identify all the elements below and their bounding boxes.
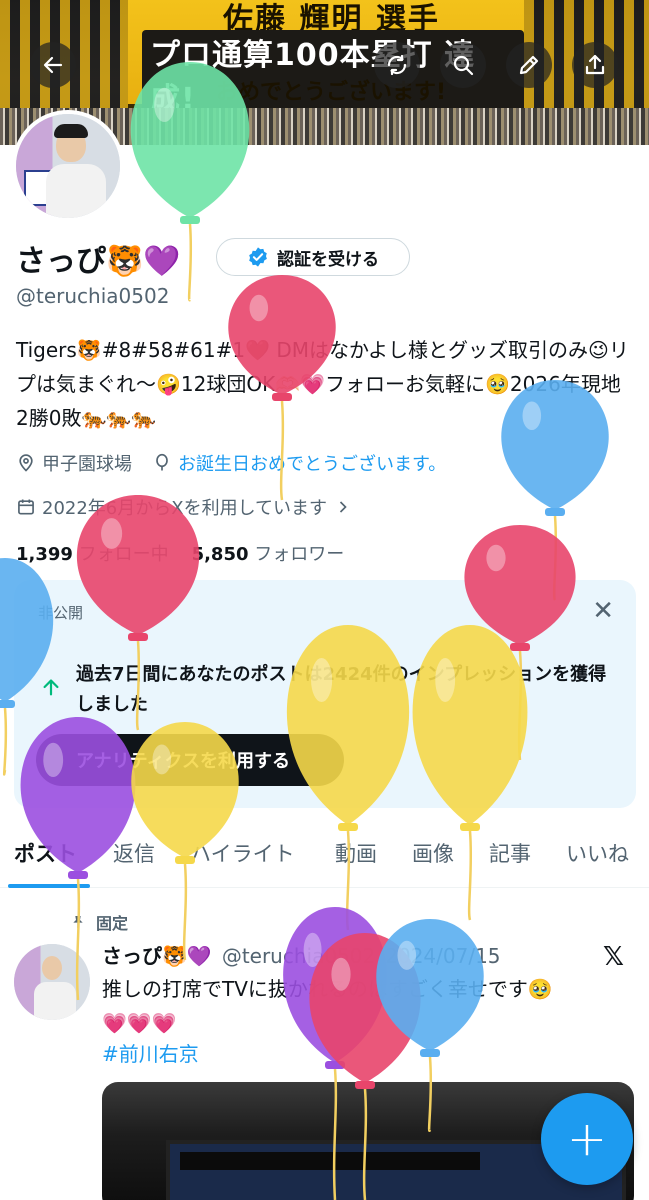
post-avatar[interactable] bbox=[14, 944, 90, 1020]
following-label: フォロー中 bbox=[78, 544, 169, 565]
edit-button[interactable] bbox=[506, 42, 552, 88]
profile-location: 甲子園球場 bbox=[42, 454, 132, 475]
profile-handle: @teruchia0502 bbox=[16, 284, 170, 308]
post-body: 推しの打席でTVに抜かれるのはすごく幸せです🥹 bbox=[102, 977, 553, 1001]
tab-replies[interactable]: 返信 bbox=[113, 838, 155, 868]
pinned-label: 固定 bbox=[96, 914, 129, 933]
profile-name-row: さっぴ🐯💜 bbox=[16, 236, 181, 280]
edit-icon bbox=[519, 55, 539, 75]
pin-icon bbox=[73, 916, 83, 928]
analytics-card: 非公開 ✕ 過去7日間にあなたのポストは2424件のインプレッションを獲得しまし… bbox=[14, 580, 636, 808]
tab-highlights[interactable]: ハイライト bbox=[190, 838, 295, 868]
birthday-link[interactable]: お誕生日おめでとうございます。 bbox=[178, 450, 446, 476]
chevron-right-icon bbox=[339, 501, 347, 513]
followers-link[interactable]: 5,850 フォロワー bbox=[192, 544, 345, 565]
tab-images[interactable]: 画像 bbox=[412, 838, 454, 868]
compose-post-button[interactable]: + bbox=[541, 1093, 633, 1185]
following-count: 1,399 bbox=[16, 544, 73, 565]
followers-count: 5,850 bbox=[191, 544, 249, 565]
post-author-name[interactable]: さっぴ🐯💜 bbox=[102, 940, 212, 969]
profile-joined: 2022年6月からXを利用しています bbox=[42, 498, 328, 519]
tab-videos[interactable]: 動画 bbox=[335, 838, 377, 868]
post-date[interactable]: 2024/07/15 bbox=[385, 944, 500, 968]
pinned-indicator: 固定 bbox=[70, 910, 128, 934]
verified-badge-icon bbox=[249, 247, 267, 267]
balloon-icon bbox=[156, 453, 168, 471]
post-author-handle[interactable]: @teruchia0502 bbox=[222, 944, 375, 968]
following-link[interactable]: 1,399 フォロー中 bbox=[16, 544, 169, 565]
search-icon bbox=[453, 55, 474, 76]
post-header: さっぴ🐯💜 @teruchia0502 2024/07/15 bbox=[102, 940, 501, 969]
refresh-icon bbox=[387, 54, 407, 76]
arrow-up-icon bbox=[43, 679, 59, 696]
get-verified-label: 認証を受ける bbox=[277, 249, 379, 270]
calendar-icon bbox=[18, 499, 34, 515]
profile-tabs: ポスト 返信 ハイライト 動画 画像 記事 いいね bbox=[0, 836, 649, 888]
profile-avatar[interactable] bbox=[12, 110, 124, 222]
refresh-button[interactable] bbox=[374, 42, 420, 88]
close-icon[interactable]: ✕ bbox=[592, 598, 614, 624]
tab-posts[interactable]: ポスト bbox=[14, 838, 77, 868]
profile-joined-row[interactable]: 2022年6月からXを利用しています bbox=[16, 494, 353, 520]
back-button[interactable] bbox=[30, 42, 76, 88]
share-icon bbox=[585, 54, 605, 75]
search-button[interactable] bbox=[440, 42, 486, 88]
share-button[interactable] bbox=[572, 42, 618, 88]
post-hearts: 💗💗💗 bbox=[102, 1011, 177, 1035]
x-logo-icon[interactable]: 𝕏 bbox=[603, 942, 624, 972]
post-hashtag[interactable]: #前川右京 bbox=[102, 1038, 199, 1067]
active-tab-indicator bbox=[8, 884, 90, 888]
tab-articles[interactable]: 記事 bbox=[489, 838, 531, 868]
profile-name: さっぴ🐯💜 bbox=[16, 244, 181, 279]
profile-bio: Tigers🐯#8#58#61#1🤎 DMはなかよし様とグッズ取引のみ😉リプは気… bbox=[16, 338, 629, 430]
post-text: 推しの打席でTVに抜かれるのはすごく幸せです🥹 💗💗💗 bbox=[102, 972, 632, 1040]
profile-meta-row: 甲子園球場 お誕生日おめでとうございます。 bbox=[16, 450, 446, 476]
impressions-message: 過去7日間にあなたのポストは2424件のインプレッションを獲得しました bbox=[76, 664, 607, 715]
followers-label: フォロワー bbox=[254, 544, 345, 565]
tab-likes[interactable]: いいね bbox=[566, 838, 629, 868]
private-label: 非公開 bbox=[38, 604, 84, 622]
get-verified-button[interactable]: 認証を受ける bbox=[216, 238, 410, 276]
follow-stats: 1,399 フォロー中 5,850 フォロワー bbox=[16, 540, 344, 566]
analytics-button[interactable]: アナリティクスを利用する bbox=[36, 734, 344, 786]
back-arrow-icon bbox=[43, 56, 63, 74]
location-pin-icon bbox=[19, 454, 33, 472]
